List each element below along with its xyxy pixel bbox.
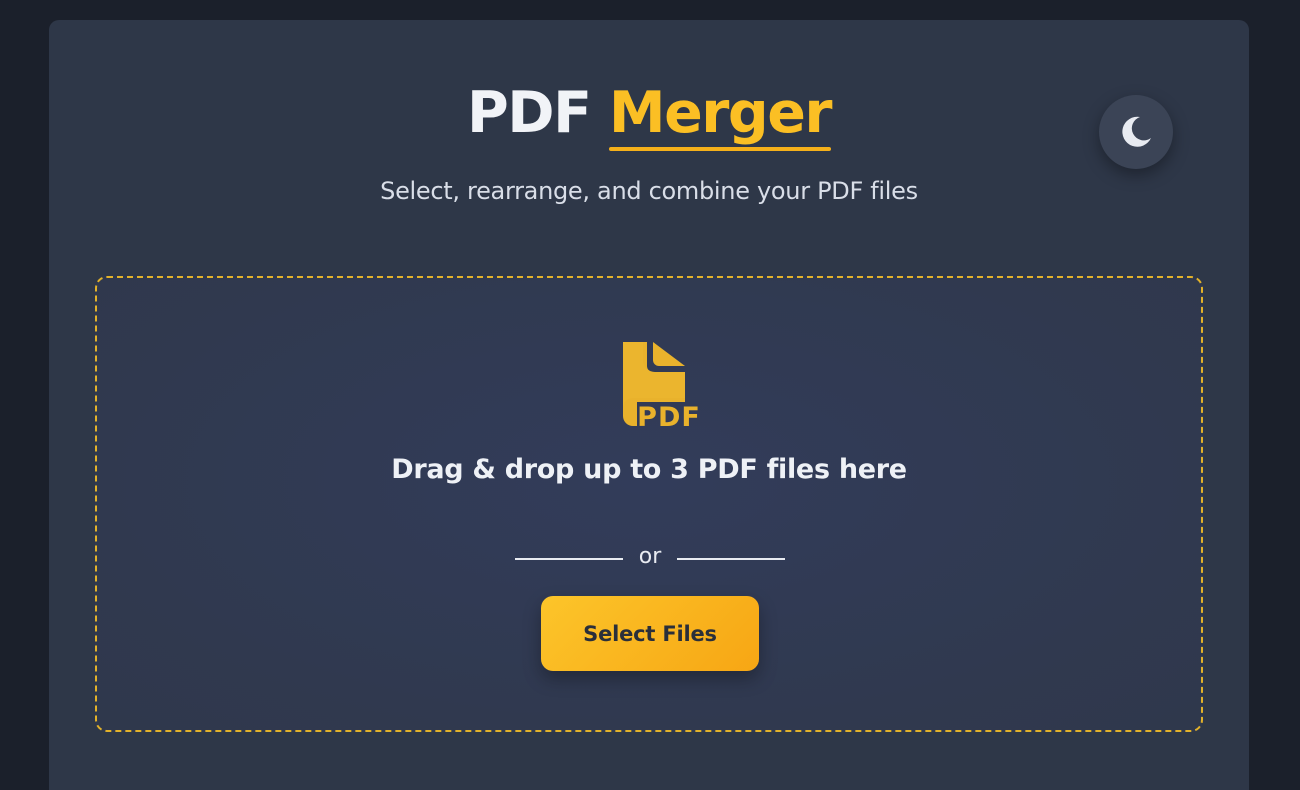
page-subtitle: Select, rearrange, and combine your PDF … <box>380 177 918 205</box>
theme-toggle-button[interactable] <box>1099 95 1173 169</box>
divider-line-left <box>515 558 623 560</box>
or-divider: or <box>97 544 1201 574</box>
dropzone-prompt: Drag & drop up to 3 PDF files here <box>391 454 907 485</box>
divider-text: or <box>638 544 662 569</box>
pdf-file-icon: PDF <box>623 342 701 433</box>
title-accent: Merger <box>608 80 832 151</box>
title-main: PDF <box>467 80 592 146</box>
page-title: PDF Merger <box>49 78 1249 151</box>
moon-icon <box>1122 116 1151 147</box>
pdf-icon-label: PDF <box>637 402 701 433</box>
select-files-button[interactable]: Select Files <box>541 596 759 671</box>
file-dropzone[interactable]: PDF Drag & drop up to 3 PDF files here o… <box>95 276 1203 732</box>
main-card: PDF Merger Select, rearrange, and combin… <box>49 20 1249 790</box>
divider-line-right <box>677 558 785 560</box>
